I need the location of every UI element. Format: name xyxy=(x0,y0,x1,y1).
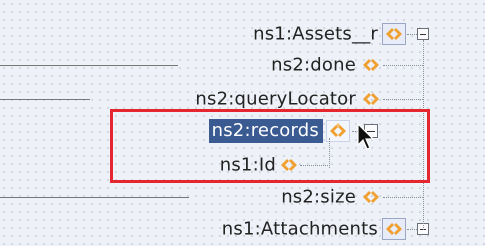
connector-line xyxy=(407,229,417,230)
highlight-box xyxy=(110,109,430,183)
tree-node-done[interactable]: ns2:done xyxy=(0,50,485,80)
orange-diamond-arrows-icon xyxy=(382,218,406,240)
node-label-size: ns2:size xyxy=(281,186,356,208)
connector-line xyxy=(383,65,423,66)
node-label-attachments: ns1:Attachments xyxy=(221,218,378,240)
mapping-line xyxy=(0,99,90,100)
node-label-assets: ns1:Assets__r xyxy=(253,23,378,45)
tree-node-attachments[interactable]: ns1:Attachments xyxy=(0,214,485,244)
mapping-line xyxy=(0,65,178,66)
connector-line xyxy=(383,197,423,198)
node-label-querylocator: ns2:queryLocator xyxy=(195,88,356,110)
mouse-cursor-icon xyxy=(357,122,377,155)
tree-node-size[interactable]: ns2:size xyxy=(0,182,485,212)
orange-diamond-arrows-icon xyxy=(361,188,381,206)
connector-line xyxy=(407,34,417,35)
mapping-line xyxy=(0,197,189,198)
connector-line xyxy=(383,99,423,100)
tree-node-assets[interactable]: ns1:Assets__r xyxy=(0,19,485,49)
orange-diamond-arrows-icon xyxy=(382,23,406,45)
collapse-box-icon[interactable] xyxy=(417,28,429,40)
node-label-done: ns2:done xyxy=(271,54,356,76)
orange-diamond-arrows-icon xyxy=(361,56,381,74)
orange-diamond-arrows-icon xyxy=(361,90,381,108)
schema-mapping-canvas: ns1:Assets__r ns2:done ns2:queryLocator … xyxy=(0,0,485,246)
